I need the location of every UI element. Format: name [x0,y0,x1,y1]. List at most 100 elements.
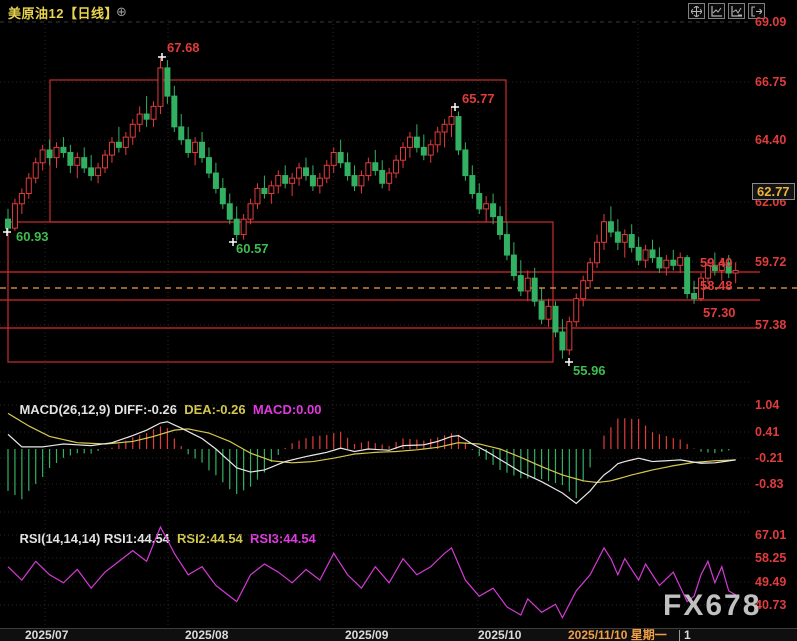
candle [352,176,357,186]
candle [532,278,537,301]
time-axis: 2025/11/10 星期一 1 2025/07 2025/08 2025/09 20… [0,628,797,641]
swing-cross-marker [565,358,573,366]
candle [498,217,503,235]
time-axis-label: 2025/10 [478,629,521,641]
candle [151,106,156,119]
dea-line [8,413,736,482]
candle [657,258,662,268]
candle [61,147,66,152]
candle [324,165,329,178]
candle [726,263,731,273]
candle [6,219,11,228]
candle [567,322,572,350]
candle [560,332,565,350]
candle [109,142,114,155]
candle [96,168,101,176]
candle [193,142,198,152]
candle [581,281,586,299]
time-axis-label: 2025/07 [25,629,68,641]
swing-cross-marker [158,53,166,61]
candle [643,250,648,260]
candle [269,186,274,194]
candle [255,188,260,203]
candle [601,222,606,243]
candle [733,270,738,273]
candle [130,124,135,137]
candle [33,163,38,178]
rsi-line [8,527,736,618]
price-tag-badge: 62.77 [752,183,795,200]
candle [297,168,302,178]
candle [359,176,364,186]
candle [165,68,170,96]
candle [622,235,627,243]
candle [692,294,697,299]
candle [200,142,205,157]
candle [387,173,392,183]
candle [595,242,600,263]
candle [442,124,447,132]
drawn-rectangle [8,222,553,362]
candle [290,178,295,183]
candle [276,176,281,186]
candle [310,176,315,186]
candle [82,158,87,168]
candle [75,158,80,166]
candle [629,235,634,248]
candle [186,140,191,153]
candle [477,194,482,209]
candle [179,127,184,140]
candle [137,114,142,124]
swing-cross-marker [229,238,237,246]
candle [227,204,232,219]
candle [699,278,704,299]
chart-app: 69.0966.7564.4062.0659.7257.381.040.41-0… [0,0,797,641]
candle [449,117,454,125]
candle [26,178,31,193]
swing-cross-marker [451,103,459,111]
candle [463,150,468,176]
time-axis-label: 2025/09 [345,629,388,641]
candle [380,170,385,183]
time-axis-current-date: 2025/11/10 星期一 [568,629,667,641]
candle [491,204,496,217]
candle [338,153,343,163]
candle [373,163,378,171]
candle [241,219,246,234]
candle [206,158,211,173]
candle [345,163,350,176]
swing-cross-marker [3,228,11,236]
candle [525,278,530,291]
candle [435,132,440,145]
candle [172,96,177,127]
candle [54,147,59,157]
candle [401,147,406,160]
candle [504,235,509,256]
candle [588,263,593,281]
candle [636,247,641,260]
time-axis-suffix: 1 [684,629,691,641]
candle [331,153,336,166]
candle [421,147,426,155]
diff-line [8,422,736,504]
candle [484,204,489,209]
candle [470,176,475,194]
candle [220,188,225,203]
candle [678,258,683,266]
candlestick-chart-canvas[interactable] [0,0,797,641]
candle [608,222,613,232]
fx678-watermark: FX678 [663,589,761,623]
candle [518,276,523,291]
candle [511,255,516,276]
candle [89,168,94,176]
candle [615,232,620,242]
candle [456,117,461,150]
candle [283,176,288,184]
axis-divider [679,630,680,641]
candle [248,204,253,219]
time-axis-label: 2025/08 [185,629,228,641]
candle [234,219,239,234]
candle [428,145,433,155]
candle [539,301,544,319]
candle [303,168,308,176]
